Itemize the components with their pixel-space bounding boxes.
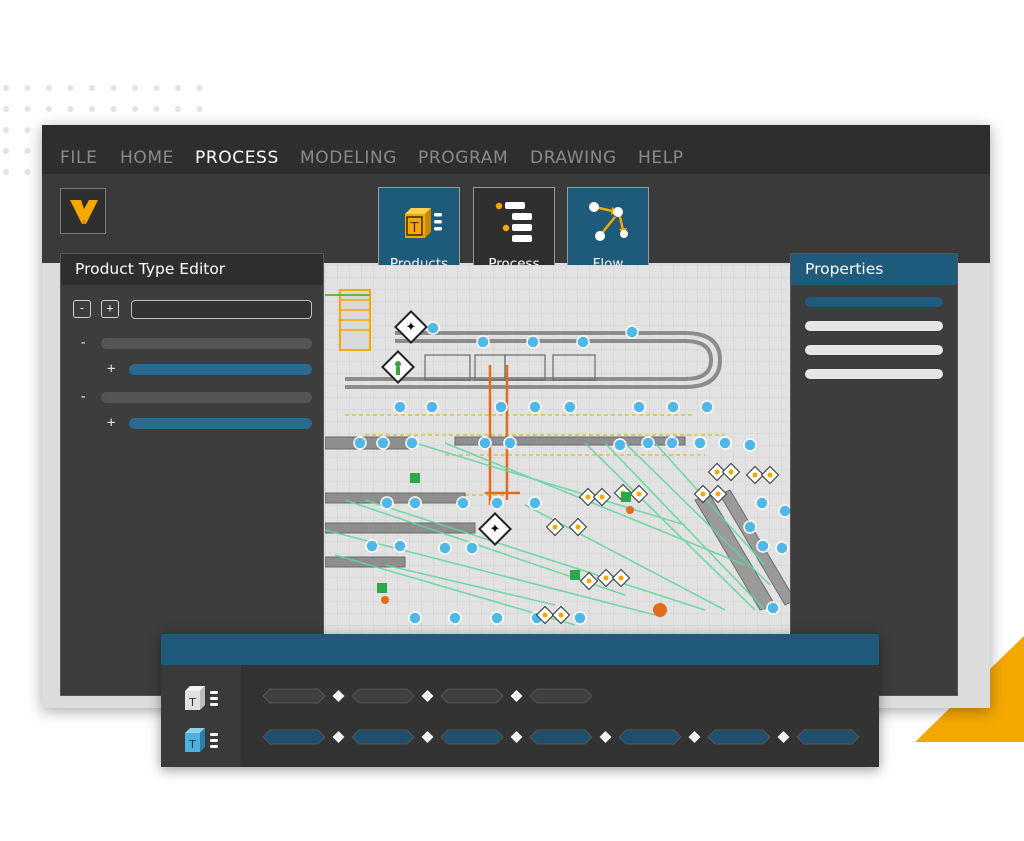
decorative-dot [24,85,31,91]
timeline-segment[interactable] [618,729,682,745]
decorative-dot [24,169,31,175]
decorative-dot [3,106,9,112]
decorative-dot [24,148,31,154]
decorative-dot [196,85,203,91]
factory-3d-viewport[interactable]: ✦ ✦ [325,265,790,635]
properties-title: Properties [791,254,957,285]
tree-item[interactable] [101,392,312,403]
timeline-segment[interactable] [529,729,593,745]
property-row-selected[interactable] [805,297,943,307]
process-icon [495,202,532,242]
decorative-dot [110,85,117,91]
tree-toggle-collapse[interactable]: - [79,390,87,404]
menu-item-modeling[interactable]: MODELING [300,147,397,169]
decorative-dot [24,127,31,133]
decorative-dot [3,127,9,133]
logo-v-icon [70,200,98,224]
decorative-dot [196,106,203,112]
products-icon: T [405,208,442,238]
decorative-dot [132,106,138,112]
decorative-dot [175,85,181,91]
app-logo[interactable] [60,188,106,234]
product-type-gray-icon: T [185,686,218,710]
timeline-milestone-diamond[interactable] [599,731,612,743]
timeline-panel: T T [161,634,879,767]
flow-icon [589,202,628,241]
svg-text:✦: ✦ [406,320,417,335]
timeline-segment[interactable] [262,729,326,745]
decorative-dot [67,106,74,112]
timeline-milestone-diamond[interactable] [421,690,434,702]
timeline-segment[interactable] [529,688,593,704]
timeline-milestone-diamond[interactable] [777,731,790,743]
decorative-dot [3,148,9,154]
decorative-dot [3,169,9,175]
decorative-dot [175,106,181,112]
tree-toggle-expand[interactable]: + [107,362,115,376]
timeline-milestone-diamond[interactable] [510,690,523,702]
decorative-dot [46,106,52,112]
decorative-dot [153,106,160,112]
svg-text:✦: ✦ [490,522,501,537]
property-row[interactable] [805,345,943,355]
timeline-segment[interactable] [351,688,415,704]
property-row[interactable] [805,369,943,379]
collapse-all-button[interactable]: - [73,300,91,318]
decorative-dot [24,106,31,112]
page: FILE HOME PROCESS MODELING PROGRAM DRAWI… [0,0,1024,841]
tree-item-selected[interactable] [129,418,312,429]
timeline-milestone-diamond[interactable] [332,690,345,702]
menu-item-home[interactable]: HOME [120,147,174,169]
app-window: FILE HOME PROCESS MODELING PROGRAM DRAWI… [42,125,990,708]
expand-all-button[interactable]: + [101,300,119,318]
decorative-dot [132,85,138,91]
product-type-blue-icon: T [185,728,218,752]
product-type-editor-title: Product Type Editor [61,254,323,285]
property-row[interactable] [805,321,943,331]
timeline-segment[interactable] [796,729,860,745]
decorative-dot [89,106,95,112]
decorative-dot [110,106,117,112]
timeline-milestone-diamond[interactable] [688,731,701,743]
factory-layout-scene: ✦ ✦ [325,265,790,635]
timeline-track-gray[interactable] [261,686,871,706]
menu-bar: FILE HOME PROCESS MODELING PROGRAM DRAWI… [42,125,990,174]
menu-item-process[interactable]: PROCESS [195,147,279,169]
timeline-segment[interactable] [440,729,504,745]
timeline-milestone-diamond[interactable] [421,731,434,743]
decorative-dot [153,85,160,91]
timeline-track-labels: T T [161,665,241,767]
product-type-editor-panel: Product Type Editor - + - + - + [60,253,324,696]
decorative-dot [3,85,9,91]
tree-search-input[interactable] [131,300,312,319]
menu-item-file[interactable]: FILE [60,147,97,169]
decorative-dot [67,85,74,91]
timeline-segment[interactable] [440,688,504,704]
timeline-milestone-diamond[interactable] [510,731,523,743]
tree-toggle-expand[interactable]: + [107,416,115,430]
decorative-dot [46,85,52,91]
timeline-track-blue[interactable] [261,727,871,747]
tree-item[interactable] [101,338,312,349]
tree-item-selected[interactable] [129,364,312,375]
menu-item-program[interactable]: PROGRAM [418,147,508,169]
timeline-segment[interactable] [262,688,326,704]
tree-toggle-collapse[interactable]: - [79,336,87,350]
timeline-segment[interactable] [351,729,415,745]
svg-text:T: T [188,696,196,709]
floor-grid [325,265,790,635]
properties-panel: Properties [790,253,958,696]
svg-text:T: T [188,738,196,751]
timeline-milestone-diamond[interactable] [332,731,345,743]
svg-text:T: T [410,221,419,236]
timeline-header [161,634,879,665]
menu-item-drawing[interactable]: DRAWING [530,147,617,169]
timeline-segment[interactable] [707,729,771,745]
menu-item-help[interactable]: HELP [638,147,684,169]
decorative-dot [89,85,95,91]
